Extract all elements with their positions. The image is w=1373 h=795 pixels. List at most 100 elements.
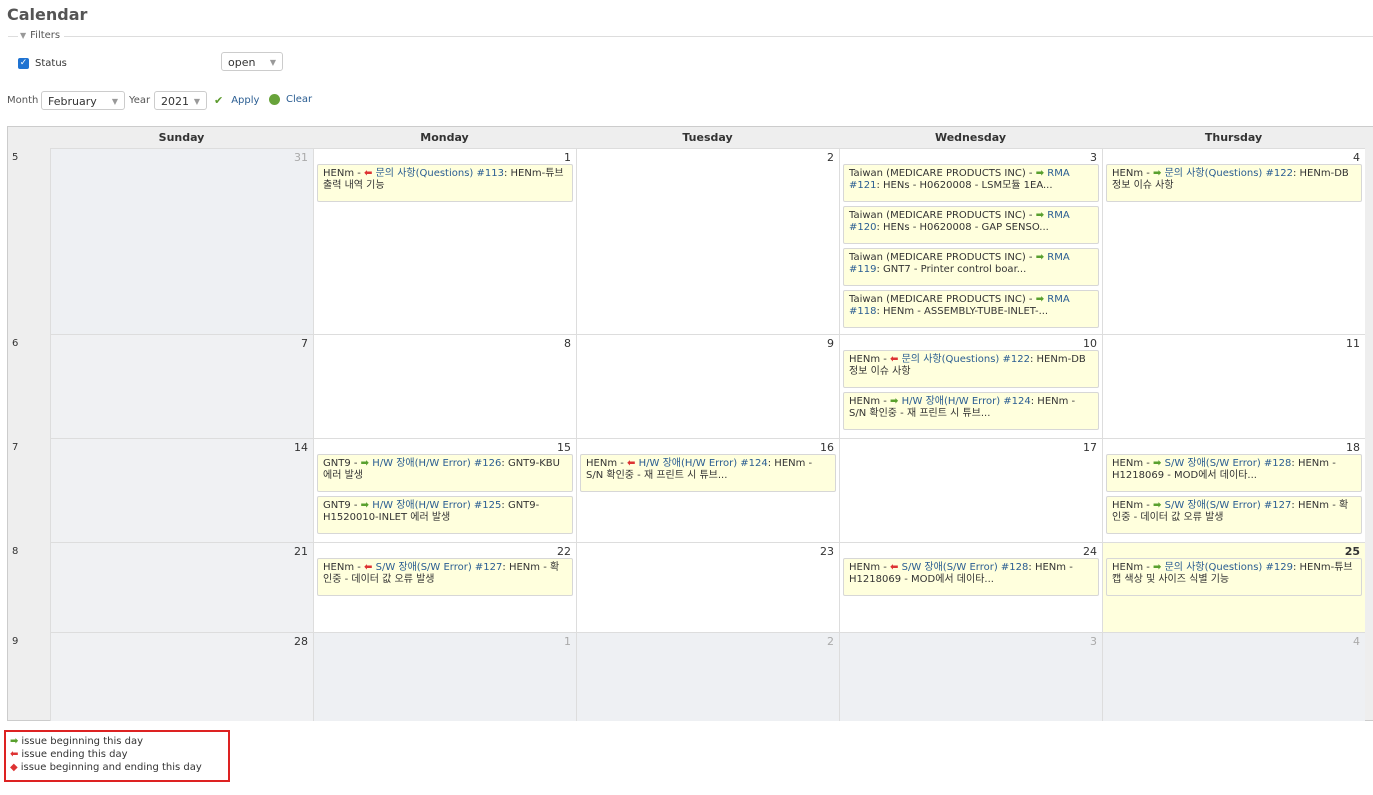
day-number: 16: [820, 441, 834, 454]
day-cell[interactable]: 8: [313, 334, 576, 438]
issue-project: HENm -: [849, 354, 891, 365]
day-cell[interactable]: 18 HENm - ➡ S/W 장애(S/W Error) #128: HENm …: [1102, 438, 1365, 542]
issue-link[interactable]: H/W 장애(H/W Error) #125: [372, 500, 501, 511]
issue-link[interactable]: S/W 장애(S/W Error) #128: [1165, 458, 1292, 469]
arrow-right-icon: ➡: [360, 458, 370, 469]
day-cell[interactable]: 9: [576, 334, 839, 438]
filters-fieldset: ▼ Filters: [8, 30, 1373, 43]
day-cell[interactable]: 2: [576, 632, 839, 721]
day-cell[interactable]: 14: [50, 438, 313, 542]
day-cell[interactable]: 2: [576, 148, 839, 334]
issue-card[interactable]: Taiwan (MEDICARE PRODUCTS INC) - ➡ RMA #…: [843, 248, 1099, 286]
arrow-right-icon: ➡: [1153, 458, 1162, 469]
day-cell[interactable]: 10 HENm - ⬅ 문의 사항(Questions) #122: HENm-D…: [839, 334, 1102, 438]
clear-link[interactable]: Clear: [269, 94, 312, 105]
calendar-legend: ➡ issue beginning this day ⬅ issue ending …: [4, 730, 230, 782]
issue-link[interactable]: H/W 장애(H/W Error) #124: [639, 458, 768, 469]
issue-subject: : HENs - H0620008 - LSM모듈 1EA...: [876, 180, 1053, 191]
issue-card[interactable]: HENm - ➡ S/W 장애(S/W Error) #127: HENm - …: [1106, 496, 1362, 534]
issue-card[interactable]: HENm - ⬅ S/W 장애(S/W Error) #127: HENm - …: [317, 558, 573, 596]
issue-card[interactable]: GNT9 - ➡ H/W 장애(H/W Error) #126: GNT9-KB…: [317, 454, 573, 492]
filters-legend-label: Filters: [30, 30, 61, 41]
day-cell[interactable]: 1: [313, 632, 576, 721]
month-label: Month: [7, 95, 39, 106]
apply-label: Apply: [231, 95, 260, 106]
day-cell[interactable]: 16 HENm - ⬅ H/W 장애(H/W Error) #124: HENm …: [576, 438, 839, 542]
day-number: 17: [1083, 441, 1097, 454]
day-cell[interactable]: 1 HENm - ⬅ 문의 사항(Questions) #113: HENm-튜브…: [313, 148, 576, 334]
issue-project: HENm -: [323, 562, 365, 573]
apply-link[interactable]: ✔ Apply: [214, 94, 259, 107]
issue-card[interactable]: GNT9 - ➡ H/W 장애(H/W Error) #125: GNT9-H1…: [317, 496, 573, 534]
issue-card[interactable]: HENm - ⬅ 문의 사항(Questions) #122: HENm-DB …: [843, 350, 1099, 388]
day-cell[interactable]: 28: [50, 632, 313, 721]
arrow-left-icon: ⬅: [364, 168, 373, 179]
issue-card[interactable]: HENm - ⬅ 문의 사항(Questions) #113: HENm-튜브 …: [317, 164, 573, 202]
week-number: 7: [12, 442, 19, 453]
issue-project: HENm -: [849, 396, 891, 407]
day-number: 1: [564, 635, 571, 648]
issue-card[interactable]: Taiwan (MEDICARE PRODUCTS INC) - ➡ RMA #…: [843, 206, 1099, 244]
day-number: 23: [820, 545, 834, 558]
week-number: 5: [12, 152, 19, 163]
issue-link[interactable]: 문의 사항(Questions) #122: [1165, 168, 1293, 179]
week-number: 8: [12, 546, 19, 557]
issue-project: GNT9 -: [323, 500, 361, 511]
issue-subject: : GNT7 - Printer control boar...: [876, 264, 1027, 275]
issue-link[interactable]: 문의 사항(Questions) #122: [902, 354, 1030, 365]
day-cell[interactable]: 17: [839, 438, 1102, 542]
day-cell[interactable]: 3: [839, 632, 1102, 721]
issue-link[interactable]: 문의 사항(Questions) #113: [376, 168, 504, 179]
issue-subject: : HENm - ASSEMBLY-TUBE-INLET-...: [876, 306, 1049, 317]
day-number: 3: [1090, 151, 1097, 164]
issue-project: HENm -: [1112, 500, 1154, 511]
day-cell[interactable]: 4 HENm - ➡ 문의 사항(Questions) #122: HENm-DB…: [1102, 148, 1365, 334]
issue-card[interactable]: HENm - ⬅ S/W 장애(S/W Error) #128: HENm - …: [843, 558, 1099, 596]
day-cell[interactable]: 25 HENm - ➡ 문의 사항(Questions) #129: HENm-튜…: [1102, 542, 1365, 632]
status-select-value: open: [228, 56, 256, 69]
issue-link[interactable]: S/W 장애(S/W Error) #127: [1165, 500, 1292, 511]
legend-both-label: issue beginning and ending this day: [20, 762, 202, 773]
day-cell[interactable]: 15 GNT9 - ➡ H/W 장애(H/W Error) #126: GNT9-…: [313, 438, 576, 542]
issue-project: Taiwan (MEDICARE PRODUCTS INC) -: [849, 252, 1036, 263]
issue-card[interactable]: HENm - ➡ 문의 사항(Questions) #122: HENm-DB …: [1106, 164, 1362, 202]
issue-link[interactable]: S/W 장애(S/W Error) #127: [376, 562, 503, 573]
day-header-monday: Monday: [420, 131, 469, 144]
year-select[interactable]: 2021 ▼: [154, 91, 207, 110]
issue-link[interactable]: H/W 장애(H/W Error) #126: [372, 458, 501, 469]
day-cell[interactable]: 3 Taiwan (MEDICARE PRODUCTS INC) - ➡ RMA …: [839, 148, 1102, 334]
issue-card[interactable]: HENm - ➡ S/W 장애(S/W Error) #128: HENm - …: [1106, 454, 1362, 492]
issue-link[interactable]: 문의 사항(Questions) #129: [1165, 562, 1293, 573]
day-number: 7: [301, 337, 308, 350]
month-select-value: February: [48, 95, 97, 108]
issue-card[interactable]: HENm - ➡ 문의 사항(Questions) #129: HENm-튜브 …: [1106, 558, 1362, 596]
day-cell[interactable]: 21: [50, 542, 313, 632]
day-number: 21: [294, 545, 308, 558]
issue-link[interactable]: S/W 장애(S/W Error) #128: [902, 562, 1029, 573]
day-number: 4: [1353, 151, 1360, 164]
issue-card[interactable]: HENm - ⬅ H/W 장애(H/W Error) #124: HENm - …: [580, 454, 836, 492]
page-title: Calendar: [7, 5, 88, 24]
chevron-down-icon: ▼: [20, 31, 27, 40]
day-cell[interactable]: 11: [1102, 334, 1365, 438]
day-cell[interactable]: 31: [50, 148, 313, 334]
day-number: 25: [1344, 545, 1360, 558]
issue-project: HENm -: [849, 562, 891, 573]
issue-card[interactable]: Taiwan (MEDICARE PRODUCTS INC) - ➡ RMA #…: [843, 290, 1099, 328]
issue-card[interactable]: Taiwan (MEDICARE PRODUCTS INC) - ➡ RMA #…: [843, 164, 1099, 202]
status-checkbox[interactable]: ✓: [18, 57, 29, 69]
day-number: 14: [294, 441, 308, 454]
month-select[interactable]: February ▼: [41, 91, 125, 110]
day-cell[interactable]: 4: [1102, 632, 1365, 721]
day-cell[interactable]: 22 HENm - ⬅ S/W 장애(S/W Error) #127: HENm …: [313, 542, 576, 632]
chevron-down-icon: ▼: [111, 97, 118, 106]
day-cell[interactable]: 23: [576, 542, 839, 632]
status-operator-select[interactable]: open ▼: [221, 52, 283, 71]
issue-link[interactable]: H/W 장애(H/W Error) #124: [902, 396, 1031, 407]
year-label: Year: [129, 95, 151, 106]
day-number: 2: [827, 635, 834, 648]
day-cell[interactable]: 7: [50, 334, 313, 438]
day-cell[interactable]: 24 HENm - ⬅ S/W 장애(S/W Error) #128: HENm …: [839, 542, 1102, 632]
filters-toggle[interactable]: ▼ Filters: [18, 30, 65, 41]
issue-card[interactable]: HENm - ➡ H/W 장애(H/W Error) #124: HENm - …: [843, 392, 1099, 430]
